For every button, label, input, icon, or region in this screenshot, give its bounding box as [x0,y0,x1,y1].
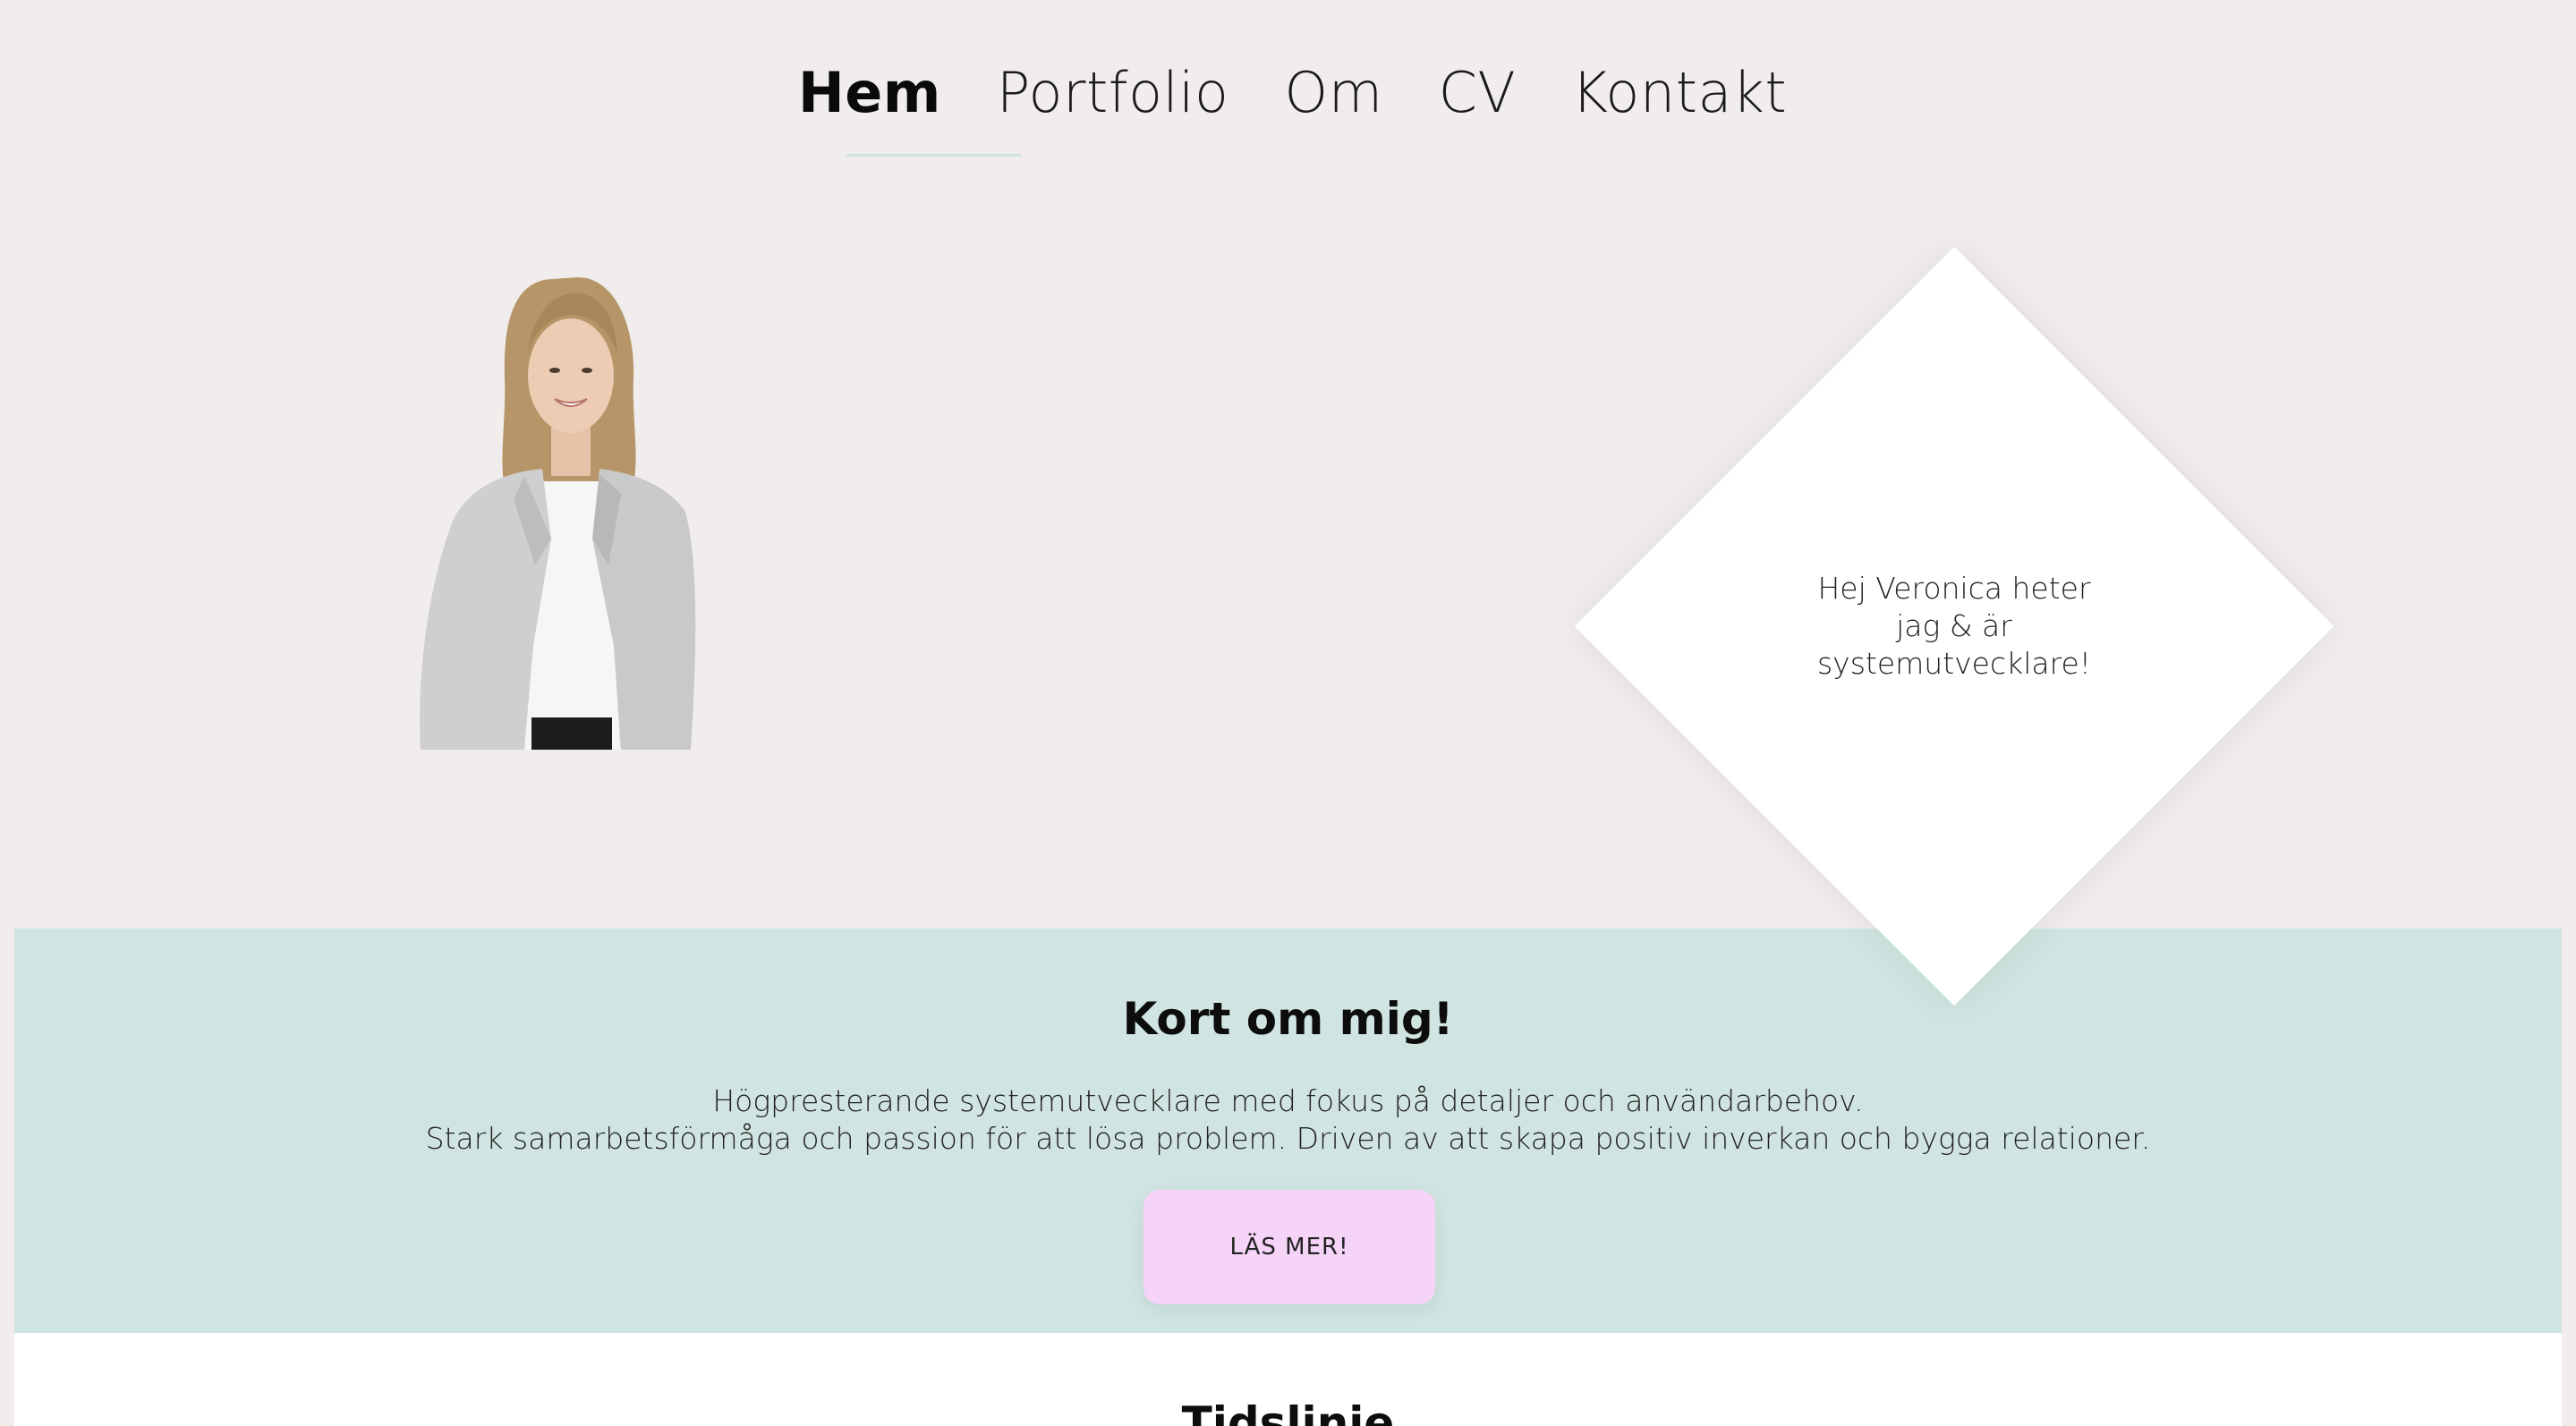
main-nav: Hem Portfolio Om CV Kontakt [0,43,2576,141]
hero-section: Hej Veronica heter jag & är systemutveck… [0,157,2576,1006]
nav-item-hem[interactable]: Hem [798,60,941,125]
about-line-2: Stark samarbetsförmåga och passion för a… [425,1121,2151,1156]
about-text: Högpresterande systemutvecklare med foku… [14,1082,2562,1158]
about-line-1: Högpresterande systemutvecklare med foku… [712,1083,1864,1118]
nav-item-portfolio[interactable]: Portfolio [997,60,1229,125]
nav-list: Hem Portfolio Om CV Kontakt [798,60,1787,125]
timeline-title: Tidslinje [1181,1397,1395,1426]
active-nav-indicator [846,154,1021,157]
intro-line-2: systemutvecklare! [1816,646,2091,681]
timeline-section: Tidslinje [14,1333,2562,1426]
intro-text: Hej Veronica heter jag & är systemutveck… [1686,358,2223,895]
profile-photo [420,277,696,750]
read-more-button[interactable]: LÄS MER! [1143,1190,1435,1304]
nav-item-kontakt[interactable]: Kontakt [1571,60,1787,125]
nav-item-om[interactable]: Om [1284,60,1382,125]
intro-line-1: Hej Veronica heter jag & är [1817,571,2091,643]
nav-item-cv[interactable]: CV [1439,60,1517,125]
intro-card: Hej Veronica heter jag & är systemutveck… [1573,245,2335,1007]
